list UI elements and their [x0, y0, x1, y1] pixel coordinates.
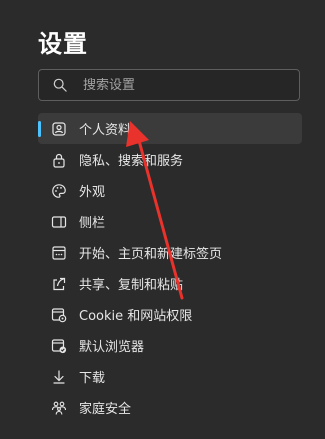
sidebar-panel-icon — [51, 214, 67, 230]
profile-icon — [51, 121, 67, 137]
nav-item-label: 开始、主页和新建标签页 — [79, 247, 223, 262]
family-icon — [51, 400, 67, 416]
nav-item-label: 默认浏览器 — [79, 340, 145, 355]
nav-item-appearance[interactable]: 外观 — [38, 175, 302, 206]
share-icon — [51, 276, 67, 292]
nav-item-label: 共享、复制和粘贴 — [79, 278, 184, 293]
nav-item-label: Cookie 和网站权限 — [79, 309, 193, 324]
home-tabs-icon — [51, 245, 67, 261]
nav-item-label: 隐私、搜索和服务 — [79, 154, 184, 169]
nav-item-default-browser[interactable]: 默认浏览器 — [38, 330, 302, 361]
site-permissions-icon — [51, 307, 67, 323]
settings-nav: 个人资料 隐私、搜索和服务 外观 侧栏 开始、主页和新建标签页 共享、复制和粘贴… — [38, 113, 302, 423]
page-title: 设置 — [38, 30, 88, 58]
search-icon — [53, 78, 67, 92]
nav-item-sidebar[interactable]: 侧栏 — [38, 206, 302, 237]
search-box[interactable] — [38, 69, 300, 101]
nav-item-label: 外观 — [79, 185, 106, 200]
nav-item-label: 下载 — [79, 371, 106, 386]
nav-item-label: 个人资料 — [79, 123, 132, 138]
nav-item-cookies-permissions[interactable]: Cookie 和网站权限 — [38, 299, 302, 330]
nav-item-downloads[interactable]: 下载 — [38, 361, 302, 392]
nav-item-privacy[interactable]: 隐私、搜索和服务 — [38, 144, 302, 175]
nav-item-share-copy-paste[interactable]: 共享、复制和粘贴 — [38, 268, 302, 299]
nav-item-family-safety[interactable]: 家庭安全 — [38, 392, 302, 423]
nav-item-label: 侧栏 — [79, 216, 106, 231]
default-browser-icon — [51, 338, 67, 354]
nav-item-label: 家庭安全 — [79, 402, 132, 417]
nav-item-profile[interactable]: 个人资料 — [38, 113, 302, 144]
download-icon — [51, 369, 67, 385]
nav-item-start-home-newtab[interactable]: 开始、主页和新建标签页 — [38, 237, 302, 268]
search-input[interactable] — [83, 77, 299, 93]
palette-icon — [51, 183, 67, 199]
lock-icon — [51, 152, 67, 168]
